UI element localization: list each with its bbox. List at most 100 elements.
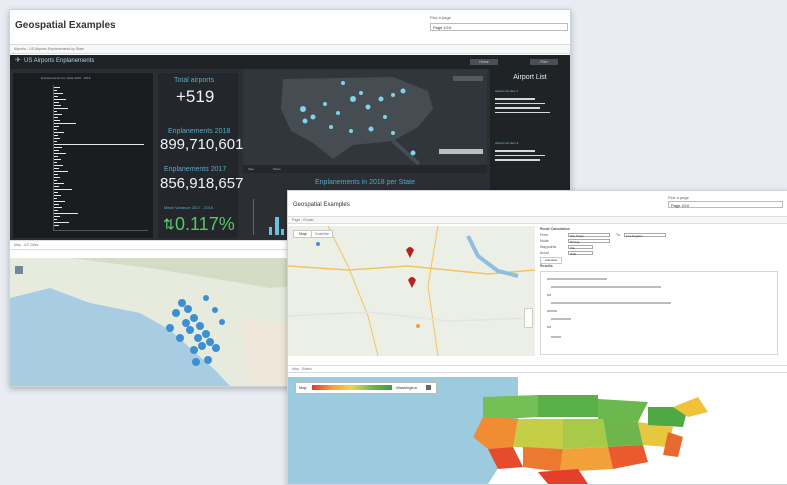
bar-chart-title: Enplanements Per State 2016 - 2018: [41, 76, 91, 80]
bar: [54, 168, 59, 170]
dashboard-title: US Airports Enplanements: [24, 58, 95, 64]
calculate-button[interactable]: Calculate: [540, 257, 562, 264]
lower-chart-bar: [269, 227, 272, 235]
waypoints-label: Waypoints: [540, 245, 557, 249]
legend-map-label: Map: [299, 385, 307, 390]
mode-label: Mode: [540, 239, 549, 243]
enplanements-2017-value: 856,918,657: [160, 175, 244, 192]
lower-chart-axis: [253, 199, 254, 235]
bar: [54, 105, 61, 107]
airport-item-details: [495, 147, 555, 177]
front-section-tab-router[interactable]: Page - Router: [288, 216, 787, 224]
route-results-box: [540, 271, 778, 355]
legend-swatch-icon: [426, 385, 431, 390]
bar: [54, 90, 57, 92]
bar: [54, 144, 144, 146]
bar: [54, 222, 69, 224]
map-controls[interactable]: [453, 76, 483, 81]
bar: [54, 159, 61, 161]
bar: [54, 150, 59, 152]
map-footer-bar: Map Show: [243, 165, 487, 173]
legend-state-label: Washington: [396, 385, 417, 390]
bar: [54, 129, 57, 131]
heatmap-legend: Map Washington: [295, 382, 437, 394]
map-layer-toggle[interactable]: [15, 266, 23, 274]
bar: [54, 111, 57, 113]
bar: [54, 114, 62, 116]
route-details-panel: Route Calculation From San Diego To Los …: [538, 227, 784, 355]
satellite-view-button[interactable]: Satellite: [311, 230, 333, 238]
waypoints-input[interactable]: Via: [568, 245, 593, 250]
legend-gradient-bar: [312, 385, 392, 390]
lower-chart-bar: [281, 229, 284, 235]
mean-variance-label: Mean Variance 2017 - 2018: [164, 205, 214, 210]
enplanements-2018-label: Enplanements 2018: [168, 128, 231, 135]
bar: [54, 153, 66, 155]
front-section-tab-states[interactable]: Map - States: [288, 365, 787, 373]
page-picker-select[interactable]: Page 1/10: [430, 23, 568, 31]
dark-airports-map[interactable]: [243, 69, 487, 165]
dashboard-topbar: ✈ US Airports Enplanements Home Filter: [10, 55, 570, 69]
front-page-picker-label: Pick a page: [668, 195, 689, 200]
results-label: Results: [540, 264, 553, 268]
bar: [54, 189, 72, 191]
bar: [54, 198, 57, 200]
bar: [54, 162, 57, 164]
bar: [54, 177, 60, 179]
filter-button[interactable]: Filter: [530, 59, 558, 65]
total-airports-label: Total airports: [174, 77, 215, 84]
home-button[interactable]: Home: [470, 59, 498, 65]
from-label: From: [540, 233, 549, 237]
bar: [54, 126, 59, 128]
map-footer-tab-show[interactable]: Show: [273, 167, 281, 171]
from-input[interactable]: San Diego: [568, 233, 610, 238]
bar: [54, 99, 66, 101]
bar: [54, 219, 57, 221]
stats-panel: Total airports +519 Enplanements 2018 89…: [158, 73, 243, 238]
bar: [54, 96, 58, 98]
zoom-controls[interactable]: [524, 308, 533, 328]
bar: [54, 204, 59, 206]
total-airports-value: +519: [176, 87, 215, 106]
front-page-picker-select[interactable]: Page 2/10: [668, 201, 783, 208]
map-view-button[interactable]: Map: [293, 230, 313, 238]
route-heading: Route Calculation: [540, 227, 570, 231]
avoid-select[interactable]: Tolls: [568, 251, 593, 256]
bar: [54, 108, 68, 110]
bar: [54, 171, 68, 173]
bar: [54, 201, 65, 203]
bar: [54, 186, 59, 188]
bar: [54, 120, 60, 122]
router-map[interactable]: Map Satellite: [288, 226, 535, 356]
section-tab-airports[interactable]: Airports - US Airports Enplanements by S…: [10, 44, 570, 54]
page-title: Geospatial Examples: [15, 20, 116, 31]
bar: [54, 225, 59, 227]
front-page-title: Geospatial Examples: [293, 202, 350, 208]
bar: [54, 195, 61, 197]
airport-list-item[interactable]: Airport List item 1: [495, 89, 565, 93]
bar: [54, 165, 63, 167]
to-input[interactable]: Los Angeles: [624, 233, 666, 238]
bar: [54, 180, 57, 182]
router-map-svg: [288, 226, 535, 356]
mode-select[interactable]: Driving: [568, 239, 610, 244]
bar: [54, 141, 57, 143]
lower-chart-bar: [275, 217, 279, 235]
bar: [54, 156, 58, 158]
airport-item-details: [495, 95, 555, 125]
page-picker-label: Pick a page: [430, 15, 451, 20]
lower-chart-title: Enplanements in 2018 per State: [314, 179, 415, 186]
bar: [54, 216, 60, 218]
variance-arrows-icon: ⇅: [163, 216, 175, 232]
dashboard-window-front: Geospatial Examples Pick a page Page 2/1…: [287, 190, 787, 485]
bar: [54, 213, 78, 215]
avoid-label: Avoid: [540, 251, 549, 255]
bar-chart-baseline: [53, 230, 148, 231]
enplanements-bar-chart: Enplanements Per State 2016 - 2018: [13, 73, 153, 238]
airport-list-item[interactable]: Airport List item 2: [495, 141, 565, 145]
bar: [54, 117, 58, 119]
mean-variance-value: 0.117%: [175, 214, 235, 234]
map-footer-tab-map[interactable]: Map: [248, 167, 254, 171]
map-scale-bar: [439, 149, 483, 154]
enplanements-2018-value: 899,710,601: [160, 136, 244, 153]
